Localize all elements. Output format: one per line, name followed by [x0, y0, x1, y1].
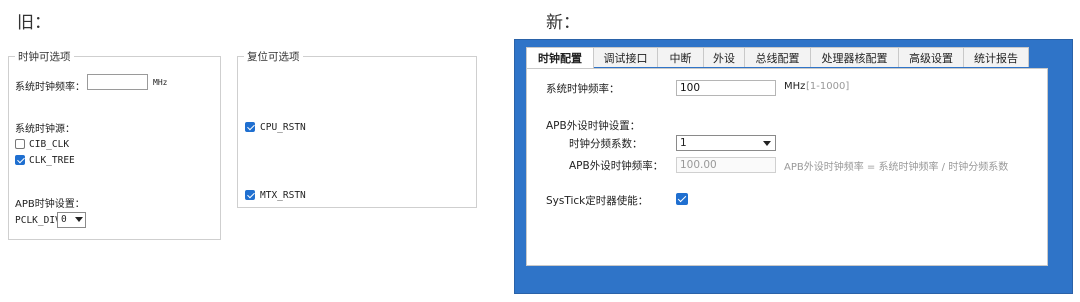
tab-bus-config[interactable]: 总线配置	[744, 47, 811, 67]
apb-freq-input: 100.00	[676, 157, 776, 173]
chevron-down-icon	[75, 217, 83, 222]
sys-freq-label: 系统时钟频率：	[546, 83, 620, 95]
old-heading: 旧：	[17, 13, 51, 33]
clk-tree-label: CLK_TREE	[29, 155, 75, 166]
old-freq-label: 系统时钟频率：	[15, 82, 85, 93]
pclk-div-select[interactable]: 0	[57, 212, 86, 228]
pclk-div-label: PCLK_DIV	[15, 215, 61, 226]
tab-debug-interface[interactable]: 调试接口	[593, 47, 658, 67]
mtx-rstn-label: MTX_RSTN	[260, 190, 306, 201]
pclk-div-value: 0	[61, 214, 67, 225]
tab-peripheral[interactable]: 外设	[703, 47, 745, 67]
div-label: 时钟分频系数：	[569, 138, 643, 150]
tab-core-config[interactable]: 处理器核配置	[810, 47, 899, 67]
mtx-rstn-checkbox[interactable]	[245, 190, 255, 200]
div-select[interactable]: 1	[676, 135, 776, 151]
old-apb-label: APB时钟设置：	[15, 199, 85, 210]
cpu-rstn-checkbox[interactable]	[245, 122, 255, 132]
systick-label: SysTick定时器使能：	[546, 195, 649, 207]
sys-freq-range: [1-1000]	[806, 81, 850, 92]
old-freq-unit: MHz	[153, 78, 168, 87]
tab-bar: 时钟配置 调试接口 中断 外设 总线配置 处理器核配置 高级设置 统计报告	[526, 47, 1029, 68]
clock-config-panel: 系统时钟频率： 100 MHz [1-1000] APB外设时钟设置： 时钟分频…	[526, 68, 1048, 266]
apb-section-label: APB外设时钟设置：	[546, 120, 641, 132]
tab-clock-config[interactable]: 时钟配置	[526, 47, 594, 68]
tab-advanced[interactable]: 高级设置	[898, 47, 964, 67]
cpu-rstn-label: CPU_RSTN	[260, 122, 306, 133]
old-source-label: 系统时钟源：	[15, 124, 75, 135]
clock-options-title: 时钟可选项	[15, 49, 74, 64]
tab-statistics[interactable]: 统计报告	[963, 47, 1029, 67]
tab-interrupt[interactable]: 中断	[657, 47, 704, 67]
cib-clk-label: CIB_CLK	[29, 139, 70, 150]
clk-tree-checkbox[interactable]	[15, 155, 25, 165]
old-freq-input[interactable]	[87, 74, 148, 90]
sys-freq-input[interactable]: 100	[676, 80, 776, 96]
reset-options-title: 复位可选项	[244, 49, 303, 64]
systick-checkbox[interactable]	[676, 193, 688, 205]
cib-clk-checkbox[interactable]	[15, 139, 25, 149]
div-select-value: 1	[680, 137, 687, 149]
apb-formula: APB外设时钟频率 = 系统时钟频率 / 时钟分频系数	[784, 162, 1009, 173]
sys-freq-unit: MHz	[784, 81, 806, 92]
new-heading: 新：	[546, 13, 580, 33]
config-window: 时钟配置 调试接口 中断 外设 总线配置 处理器核配置 高级设置 统计报告 系统…	[514, 39, 1073, 294]
chevron-down-icon	[763, 141, 771, 146]
apb-freq-label: APB外设时钟频率：	[569, 160, 664, 172]
